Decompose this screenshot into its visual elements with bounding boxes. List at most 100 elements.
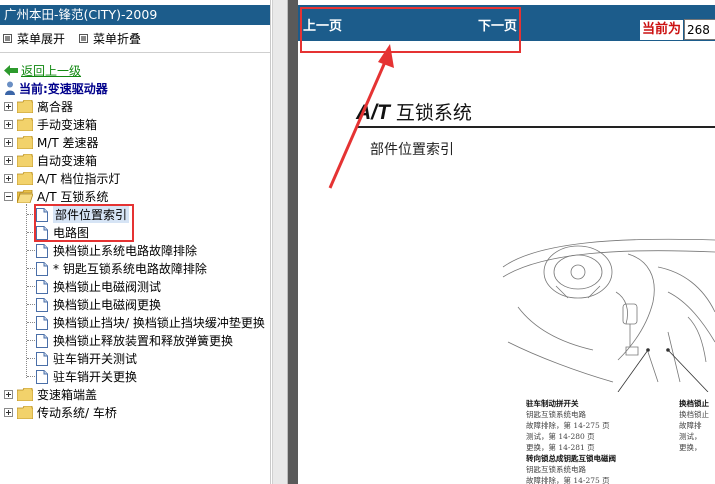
- document-icon: [36, 351, 48, 366]
- person-icon: [5, 81, 15, 95]
- tree-doc-solenoid-replacement[interactable]: 换档锁止电磁阀更换: [36, 296, 161, 313]
- tree-doc-solenoid-test[interactable]: 换档锁止电磁阀测试: [36, 278, 161, 295]
- tree-doc-stopper-replacement[interactable]: 换档锁止挡块/ 换档锁止挡块缓冲垫更换: [36, 314, 265, 331]
- document-subtitle: 部件位置索引: [370, 142, 454, 158]
- expand-plus-icon: [4, 102, 13, 111]
- tree-folder-manual-transmission[interactable]: 手动变速箱: [4, 116, 97, 133]
- document-title-text: 互锁系统: [395, 102, 472, 124]
- caption-line: 故障排除，第 14-275 页: [526, 421, 610, 430]
- menu-collapse-button[interactable]: 菜单折叠: [79, 30, 141, 47]
- tree-connector: [27, 340, 35, 341]
- expand-plus-icon: [4, 138, 13, 147]
- tree-doc-key-interlock-troubleshooting[interactable]: * 钥匙互锁系统电路故障排除: [36, 260, 207, 277]
- current-location-label: 当前:变速驱动器: [19, 81, 108, 96]
- tree-connector: [27, 322, 35, 323]
- tree-folder-drivetrain-axle[interactable]: 传动系统/ 车桥: [4, 404, 117, 421]
- caption-line: 换档锁止: [679, 410, 709, 419]
- open-folder-icon: [17, 190, 33, 203]
- document-icon: [36, 261, 48, 276]
- back-arrow-icon: [4, 64, 18, 76]
- back-row: 返回上一级: [4, 62, 81, 78]
- tree-connector: [27, 250, 35, 251]
- document-icon: [36, 243, 48, 258]
- caption-line: 测试，第 14-280 页: [526, 432, 595, 441]
- tree-folder-label: 自动变速箱: [37, 154, 98, 168]
- tree-folder-label: A/T 档位指示灯: [37, 172, 121, 186]
- menu-expand-button[interactable]: 菜单展开: [3, 30, 65, 47]
- caption-heading: 驻车制动拼开关: [526, 399, 579, 408]
- frame-border: [288, 0, 298, 484]
- collapse-icon: [79, 33, 89, 43]
- expand-plus-icon: [4, 120, 13, 129]
- tree-doc-label: 换档锁止释放装置和释放弹簧更换: [53, 334, 234, 348]
- menu-expand-label: 菜单展开: [17, 31, 66, 46]
- title-rule: [356, 126, 715, 128]
- tree-folder-mt-differential[interactable]: M/T 差速器: [4, 134, 99, 151]
- expand-plus-icon: [4, 156, 13, 165]
- tree-folder-label: 离合器: [37, 100, 74, 114]
- vehicle-title: 广州本田-锋范(CITY)-2009: [0, 5, 270, 25]
- page-number-input[interactable]: [684, 19, 715, 40]
- caption-heading: 转向锁总成钥匙互锁电磁阀: [526, 454, 616, 463]
- document-icon: [36, 333, 48, 348]
- tree-folder-label: 手动变速箱: [37, 118, 98, 132]
- document-icon: [36, 279, 48, 294]
- tree-connector: [27, 268, 35, 269]
- menu-tree-pane: 广州本田-锋范(CITY)-2009 菜单展开 菜单折叠 返回上一级 当前:变速…: [0, 0, 271, 484]
- tree-folder-label: A/T 互锁系统: [37, 190, 109, 204]
- caption-line: 测试，: [679, 432, 702, 441]
- current-page-label: 当前为: [640, 20, 684, 40]
- tree-folder-at-gear-indicator[interactable]: A/T 档位指示灯: [4, 170, 120, 187]
- tree-connector: [27, 286, 35, 287]
- interior-diagram-illustration: [502, 238, 715, 392]
- tree-doc-label: * 钥匙互锁系统电路故障排除: [53, 262, 207, 276]
- tree-connector: [27, 304, 35, 305]
- caption-heading: 换档锁止: [679, 399, 709, 408]
- caption-line: 钥匙互锁系统电路: [526, 410, 586, 419]
- folder-icon: [17, 172, 33, 185]
- tree-doc-shift-lock-troubleshooting[interactable]: 换档锁止系统电路故障排除: [36, 242, 197, 259]
- annotation-highlight-box: [34, 204, 134, 242]
- tree-folder-clutch[interactable]: 离合器: [4, 98, 73, 115]
- menu-toolbar: 菜单展开 菜单折叠: [3, 29, 155, 47]
- tree-folder-label: 传动系统/ 车桥: [37, 406, 117, 420]
- tree-folder-automatic-transmission[interactable]: 自动变速箱: [4, 152, 97, 169]
- folder-icon: [17, 136, 33, 149]
- caption-left: 驻车制动拼开关 钥匙互锁系统电路 故障排除，第 14-275 页 测试，第 14…: [526, 398, 616, 484]
- caption-line: 更换，第 14-281 页: [526, 443, 595, 452]
- current-location: 当前:变速驱动器: [4, 80, 108, 96]
- annotation-highlight-box: [300, 7, 521, 53]
- tree-folder-at-interlock[interactable]: A/T 互锁系统: [4, 188, 108, 205]
- tree-folder-label: M/T 差速器: [37, 136, 99, 150]
- document-pane: 上一页 下一页 当前为 A/T 互锁系统 部件位置索引: [298, 0, 715, 484]
- divider: [0, 52, 270, 53]
- caption-line: 故障排: [679, 421, 702, 430]
- tree-connector: [27, 358, 35, 359]
- collapse-minus-icon: [4, 192, 13, 201]
- folder-icon: [17, 100, 33, 113]
- tree-doc-park-pin-switch-replacement[interactable]: 驻车销开关更换: [36, 368, 137, 385]
- tree-doc-label: 换档锁止系统电路故障排除: [53, 244, 198, 258]
- tree-folder-transmission-end-cover[interactable]: 变速箱端盖: [4, 386, 97, 403]
- tree-doc-label: 换档锁止电磁阀测试: [53, 280, 162, 294]
- document-icon: [36, 297, 48, 312]
- tree-doc-label: 驻车销开关测试: [53, 352, 138, 366]
- tree-doc-label: 换档锁止电磁阀更换: [53, 298, 162, 312]
- expand-plus-icon: [4, 174, 13, 183]
- folder-icon: [17, 388, 33, 401]
- caption-line: 更换，: [679, 443, 702, 452]
- tree-doc-release-spring-replacement[interactable]: 换档锁止释放装置和释放弹簧更换: [36, 332, 233, 349]
- caption-line: 钥匙互锁系统电路: [526, 465, 586, 474]
- document-icon: [36, 369, 48, 384]
- expand-plus-icon: [4, 390, 13, 399]
- folder-icon: [17, 406, 33, 419]
- tree-doc-label: 换档锁止挡块/ 换档锁止挡块缓冲垫更换: [53, 316, 265, 330]
- pane-splitter[interactable]: [272, 0, 288, 484]
- expand-plus-icon: [4, 408, 13, 417]
- back-link[interactable]: 返回上一级: [21, 62, 81, 79]
- expand-icon: [3, 33, 12, 43]
- tree-doc-park-pin-switch-test[interactable]: 驻车销开关测试: [36, 350, 137, 367]
- caption-line: 故障排除，第 14-275 页: [526, 476, 610, 484]
- document-title-prefix: A/T: [356, 101, 390, 124]
- tree-folder-label: 变速箱端盖: [37, 388, 98, 402]
